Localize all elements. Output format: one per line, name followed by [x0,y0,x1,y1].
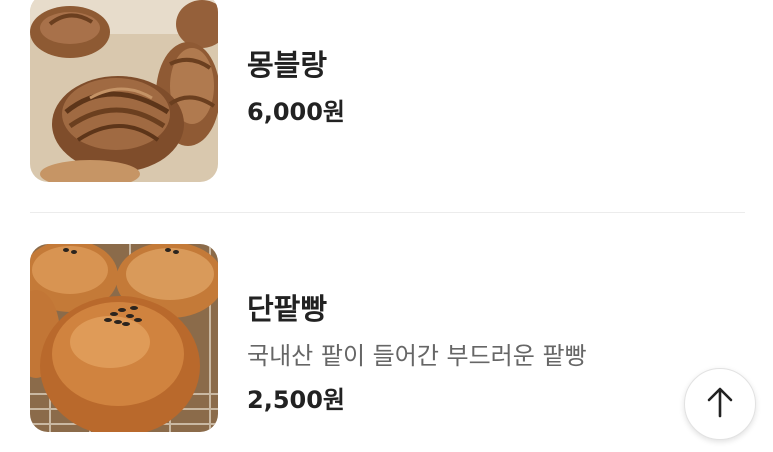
menu-item-mont-blanc[interactable]: 몽블랑 6,000원 [30,0,745,182]
menu-item-price: 6,000원 [247,98,345,126]
arrow-up-icon [706,386,734,422]
menu-item-name: 단팥빵 [247,292,328,326]
mont-blanc-image [30,0,218,182]
menu-item-description: 국내산 팥이 들어간 부드러운 팥빵 [247,342,587,370]
divider [30,212,745,213]
menu-item-price: 2,500원 [247,386,345,414]
menu-item-name: 몽블랑 [247,48,328,82]
red-bean-bun-image [30,244,218,432]
menu-item-red-bean-bun[interactable]: 단팥빵 국내산 팥이 들어간 부드러운 팥빵 2,500원 [30,244,745,432]
scroll-to-top-button[interactable] [684,368,756,440]
